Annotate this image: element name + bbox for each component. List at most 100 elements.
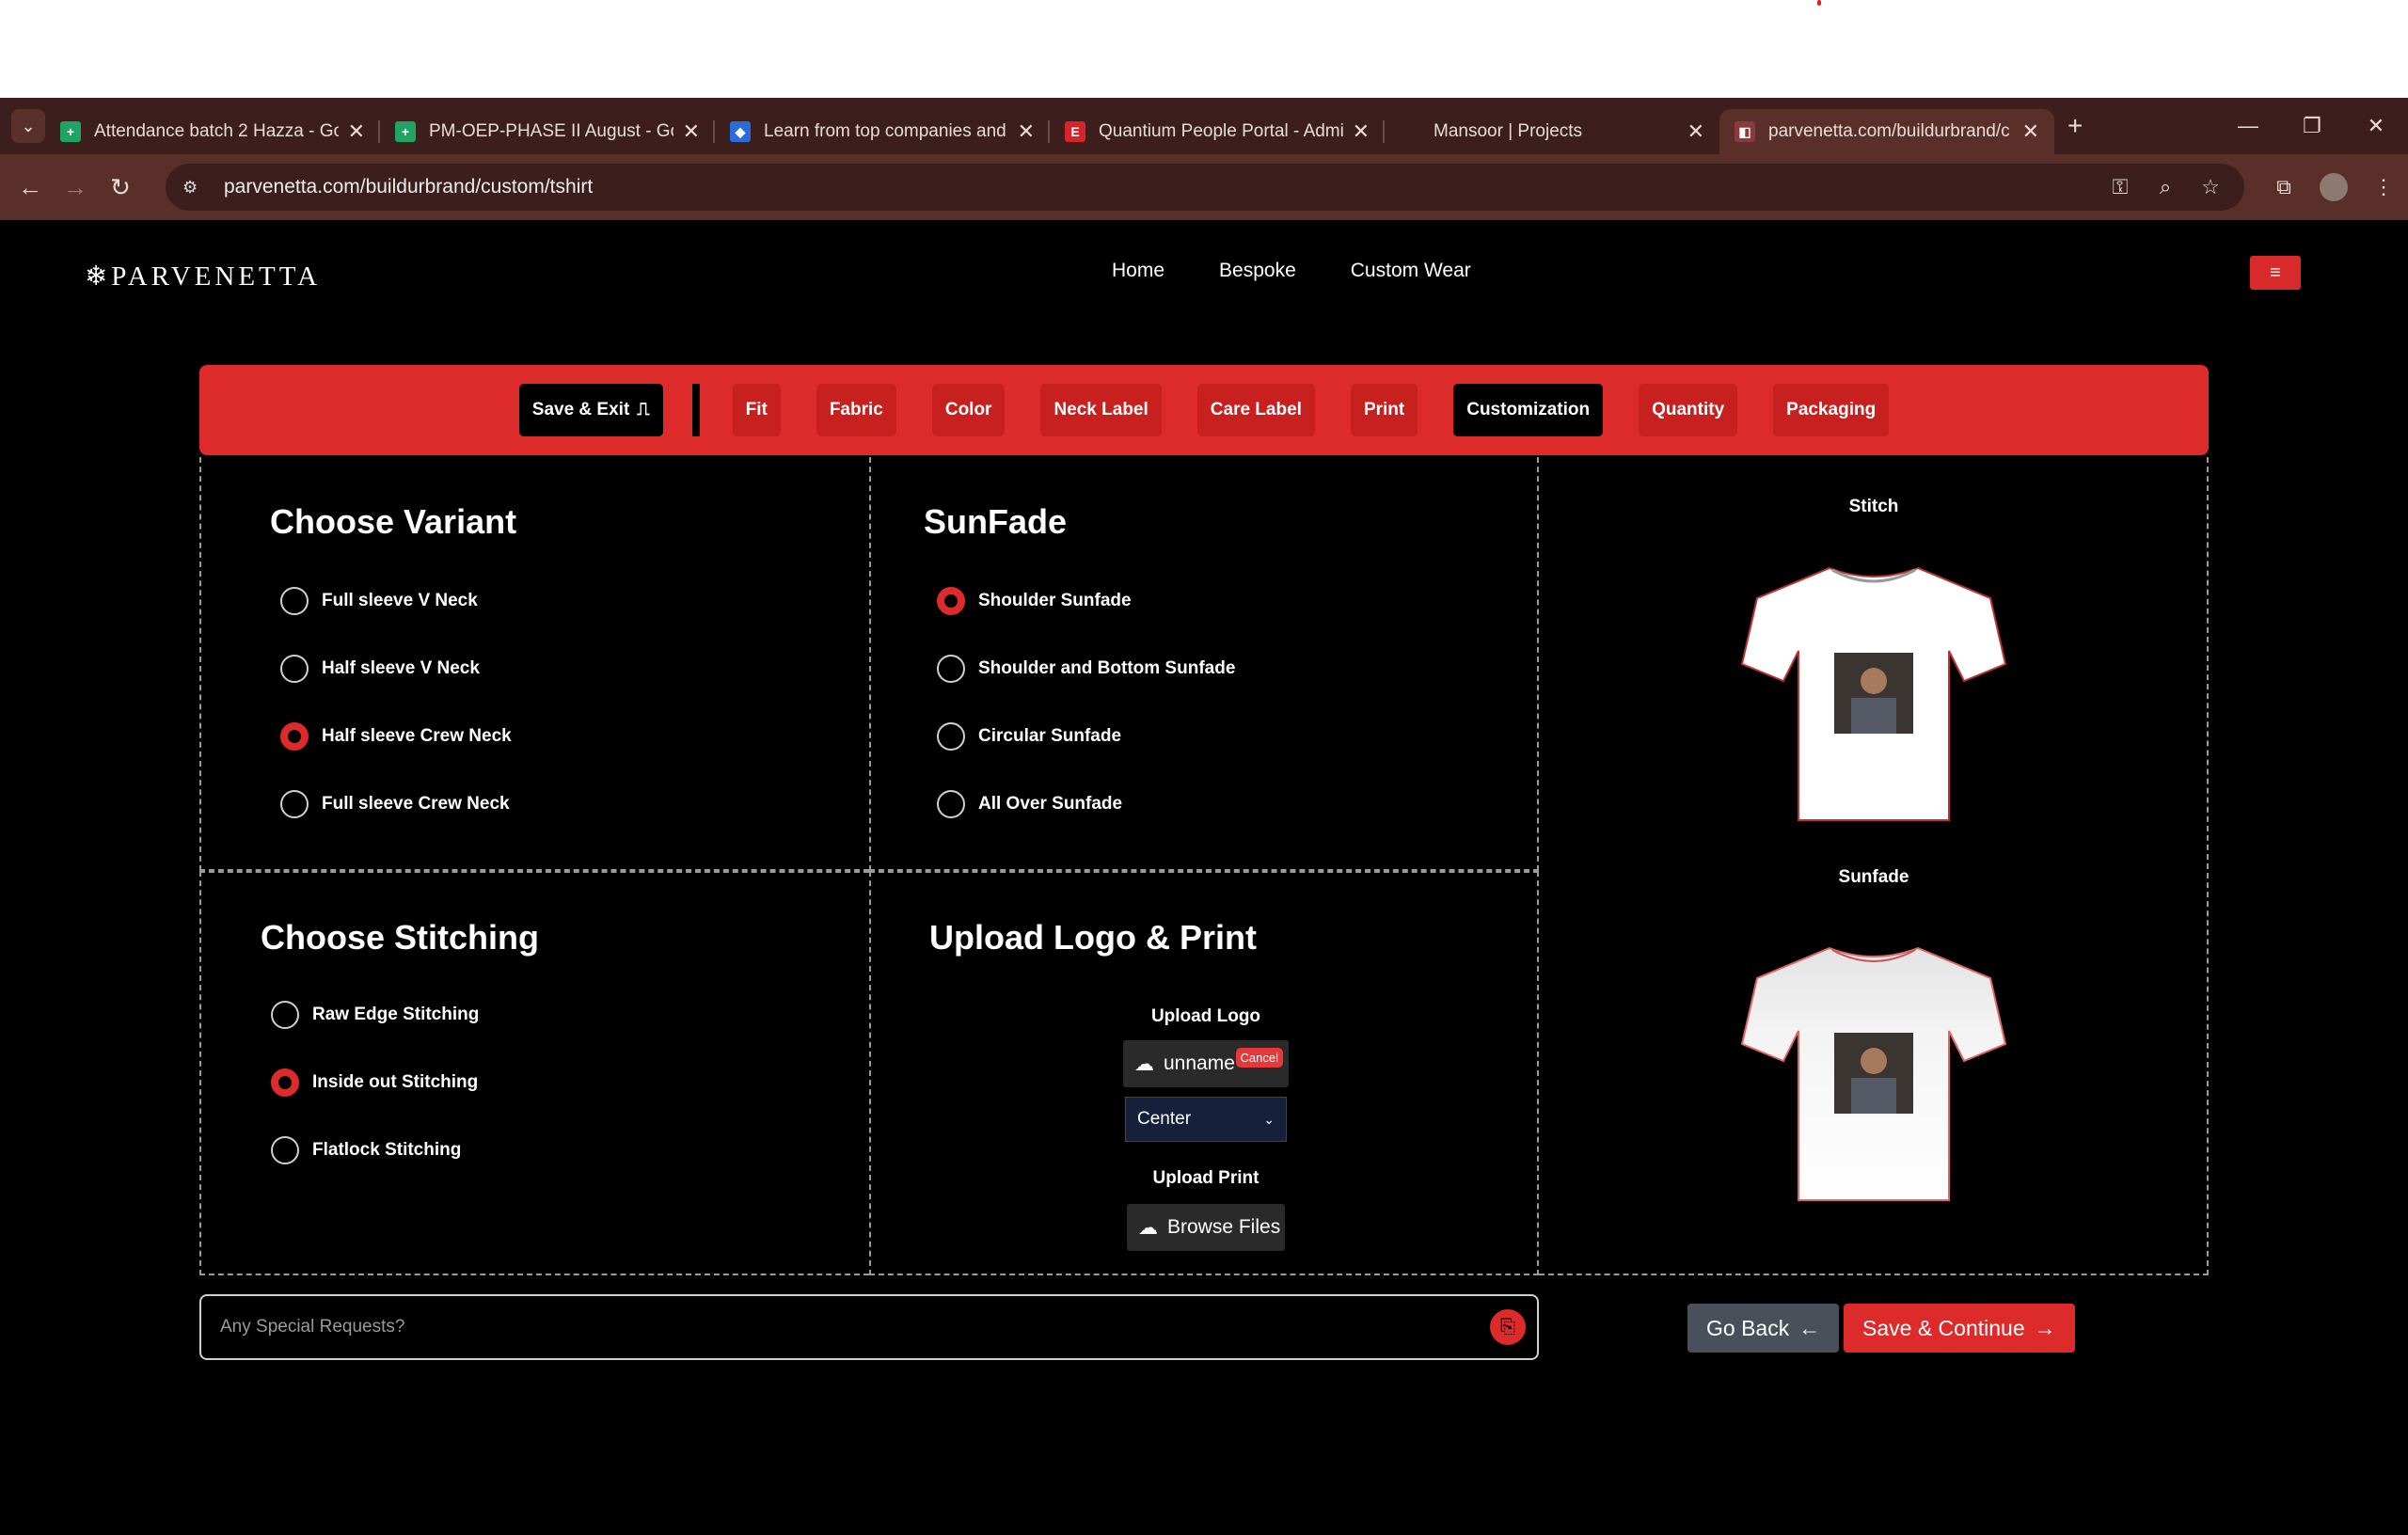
radio-button[interactable]: [280, 722, 309, 751]
stitching-option[interactable]: Raw Edge Stitching: [271, 1001, 479, 1029]
tab-favicon-icon: ◧: [1735, 121, 1755, 142]
save-exit-button[interactable]: Save & Exit ⎍: [518, 384, 663, 436]
browser-tab[interactable]: ◧ parvenetta.com/buildurbrand/c ✕: [1719, 109, 2054, 154]
stitch-tshirt-preview: [1740, 566, 2007, 821]
sunfade-tshirt-preview: [1740, 946, 2007, 1201]
password-key-icon[interactable]: ⚿: [2098, 175, 2143, 199]
go-back-button[interactable]: Go Back ←: [1687, 1304, 1840, 1353]
browser-address-bar: ← → ↻ ⚙ parvenetta.com/buildurbrand/cust…: [0, 154, 2408, 220]
url-field[interactable]: ⚙ parvenetta.com/buildurbrand/custom/tsh…: [166, 164, 2244, 211]
tab-close-icon[interactable]: ✕: [683, 119, 700, 144]
radio-button[interactable]: [280, 790, 309, 818]
sunfade-option-label: All Over Sunfade: [978, 794, 1123, 814]
tab-close-icon[interactable]: ✕: [1018, 119, 1035, 144]
variant-option[interactable]: Half sleeve Crew Neck: [280, 722, 512, 751]
tab-close-icon[interactable]: ✕: [1353, 119, 1370, 144]
radio-button[interactable]: [280, 655, 309, 683]
new-tab-plus-icon[interactable]: +: [2067, 111, 2083, 141]
back-arrow-icon[interactable]: ←: [8, 173, 53, 202]
cloud-upload-icon: ☁: [1138, 1216, 1158, 1239]
tab-close-icon[interactable]: ✕: [1687, 119, 1704, 144]
special-requests-input[interactable]: Any Special Requests? ⎘: [199, 1294, 1539, 1360]
radio-button[interactable]: [937, 722, 965, 751]
hamburger-menu-icon[interactable]: ≡: [2250, 256, 2301, 290]
step-fit[interactable]: Fit: [732, 384, 781, 436]
sunfade-option[interactable]: Shoulder Sunfade: [937, 587, 1132, 615]
cloud-upload-icon: ☁: [1134, 1052, 1154, 1075]
tab-title: Learn from top companies and: [764, 121, 1006, 141]
stitching-option[interactable]: Flatlock Stitching: [271, 1136, 461, 1164]
nav-custom-wear[interactable]: Custom Wear: [1351, 260, 1471, 282]
step-bar: Save & Exit ⎍ Fit Fabric Color Neck Label…: [199, 365, 2209, 455]
variant-option[interactable]: Full sleeve Crew Neck: [280, 790, 510, 818]
tab-search-chevron-icon[interactable]: ⌄: [11, 109, 45, 143]
step-color[interactable]: Color: [931, 384, 1006, 436]
restore-icon[interactable]: ❐: [2280, 114, 2344, 138]
upload-logo-file-button[interactable]: ☁ unname Cancel: [1123, 1040, 1289, 1087]
browser-tab[interactable]: E Quantium People Portal - Admi ✕: [1050, 109, 1385, 154]
tab-close-icon[interactable]: ✕: [348, 119, 365, 144]
sunfade-option[interactable]: All Over Sunfade: [937, 790, 1122, 818]
tab-title: PM-OEP-PHASE II August - Goo: [429, 121, 673, 141]
upload-title: Upload Logo & Print: [929, 918, 1257, 957]
step-packaging[interactable]: Packaging: [1773, 384, 1890, 436]
tab-favicon-icon: ◆: [730, 121, 751, 142]
radio-button[interactable]: [271, 1136, 299, 1164]
browser-tab[interactable]: + Attendance batch 2 Hazza - Go ✕: [45, 109, 380, 154]
nav-home[interactable]: Home: [1112, 260, 1164, 282]
forward-arrow-icon[interactable]: →: [53, 173, 98, 202]
attach-paperclip-icon[interactable]: ⎘: [1490, 1309, 1526, 1345]
browser-menu-icon[interactable]: ⋮: [2359, 175, 2408, 199]
step-care-label[interactable]: Care Label: [1196, 384, 1315, 436]
sunfade-option-label: Shoulder and Bottom Sunfade: [978, 658, 1236, 678]
save-exit-label: Save & Exit: [531, 400, 630, 419]
radio-button[interactable]: [937, 790, 965, 818]
browser-tab[interactable]: Mansoor | Projects ✕: [1385, 109, 1719, 154]
tab-title: Attendance batch 2 Hazza - Go: [94, 121, 339, 141]
site-info-icon[interactable]: ⚙: [182, 178, 205, 198]
step-print[interactable]: Print: [1350, 384, 1418, 436]
step-customization[interactable]: Customization: [1453, 384, 1604, 436]
top-white-strip: [0, 0, 2408, 98]
sunfade-title: SunFade: [924, 502, 1068, 541]
reload-icon[interactable]: ↻: [98, 173, 143, 202]
profile-avatar[interactable]: [2320, 173, 2348, 201]
radio-button[interactable]: [937, 655, 965, 683]
step-quantity[interactable]: Quantity: [1639, 384, 1738, 436]
save-continue-button[interactable]: Save & Continue →: [1844, 1304, 2075, 1353]
step-fabric[interactable]: Fabric: [816, 384, 896, 436]
stitching-option-label: Inside out Stitching: [312, 1072, 479, 1092]
site-nav: Home Bespoke Custom Wear: [1112, 260, 1526, 282]
variant-option[interactable]: Half sleeve V Neck: [280, 655, 480, 683]
stitching-option[interactable]: Inside out Stitching: [271, 1068, 478, 1097]
logo-position-select[interactable]: Center ⌄: [1125, 1097, 1287, 1142]
red-dot: [1817, 0, 1821, 6]
stitching-title: Choose Stitching: [261, 918, 539, 957]
logo-file-name: unname: [1164, 1052, 1235, 1074]
nav-bespoke[interactable]: Bespoke: [1219, 260, 1296, 282]
minimize-icon[interactable]: —: [2216, 114, 2280, 138]
browser-tab-bar: ⌄ + Attendance batch 2 Hazza - Go ✕ + PM-OEP…: [0, 98, 2408, 154]
browse-files-label: Browse Files: [1167, 1216, 1281, 1238]
step-neck-label[interactable]: Neck Label: [1040, 384, 1162, 436]
logo-position-value: Center: [1137, 1109, 1192, 1129]
radio-button[interactable]: [271, 1068, 299, 1097]
variant-option[interactable]: Full sleeve V Neck: [280, 587, 478, 615]
cancel-upload-button[interactable]: Cancel: [1235, 1048, 1283, 1068]
browse-files-button[interactable]: ☁ Browse Files: [1127, 1204, 1285, 1251]
tab-favicon-icon: +: [395, 121, 416, 142]
browser-tab[interactable]: ◆ Learn from top companies and ✕: [715, 109, 1050, 154]
zoom-icon[interactable]: ⌕: [2143, 175, 2188, 199]
extensions-puzzle-icon[interactable]: ⧉: [2259, 175, 2308, 199]
site-logo[interactable]: ❄PARVENETTA: [85, 260, 321, 293]
radio-button[interactable]: [271, 1001, 299, 1029]
sunfade-option[interactable]: Shoulder and Bottom Sunfade: [937, 655, 1235, 683]
browser-tab[interactable]: + PM-OEP-PHASE II August - Goo ✕: [380, 109, 715, 154]
tab-close-icon[interactable]: ✕: [2022, 119, 2039, 144]
bookmark-star-icon[interactable]: ☆: [2188, 175, 2233, 199]
radio-button[interactable]: [280, 587, 309, 615]
radio-button[interactable]: [937, 587, 965, 615]
close-window-icon[interactable]: ✕: [2344, 114, 2408, 138]
stitching-option-label: Raw Edge Stitching: [312, 1005, 480, 1024]
sunfade-option[interactable]: Circular Sunfade: [937, 722, 1121, 751]
